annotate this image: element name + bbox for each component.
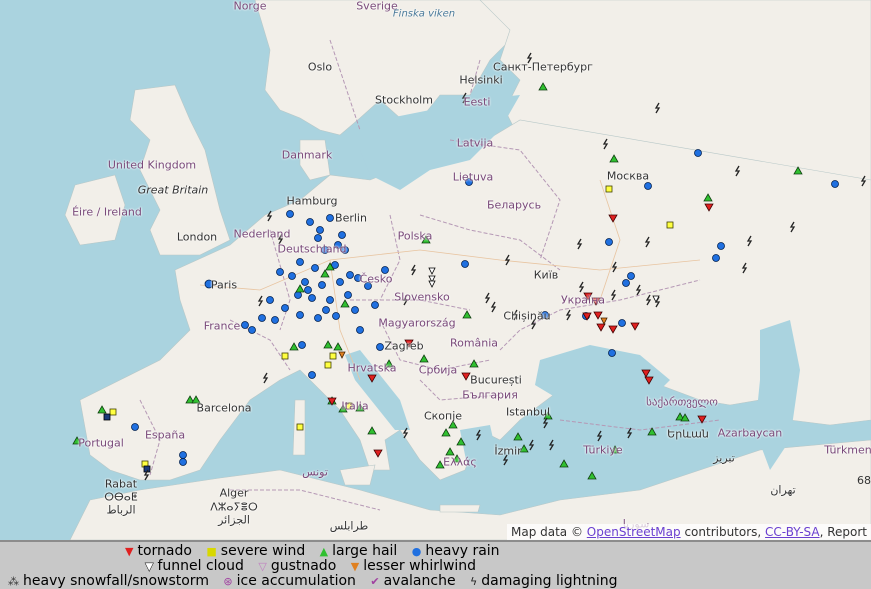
place-label-city: Istanbul bbox=[505, 405, 551, 419]
lightning-icon: ϟ bbox=[470, 575, 478, 588]
place-label-city: Скопје bbox=[423, 409, 463, 423]
place-label-city: Oslo bbox=[307, 60, 333, 74]
place-label-city: ⴷⵣⴰⵢⴻⵔ bbox=[210, 500, 258, 514]
funnel-cloud-icon: ▼ bbox=[145, 560, 154, 574]
place-label-city: Երևան bbox=[667, 427, 709, 441]
place-label-country: Polska bbox=[397, 229, 433, 243]
place-label-country: Hrvatska bbox=[347, 361, 397, 375]
map-view[interactable]: Sverige Norge Oslo Stockholm Helsinki Санкт-П… bbox=[0, 0, 871, 540]
place-label-country: Ελλάς bbox=[443, 455, 477, 469]
place-label-city: Rabat bbox=[104, 477, 138, 491]
place-label-city: Stockholm bbox=[375, 93, 433, 107]
place-label-country: تونس bbox=[302, 465, 328, 479]
place-label-city: Санкт-Петербург bbox=[493, 60, 593, 74]
place-label-country: Norge bbox=[233, 0, 267, 13]
map-legend: ▼ tornado ■ severe wind ▲ large hail ● heavy… bbox=[0, 540, 871, 589]
place-label-country: România bbox=[449, 336, 499, 350]
place-label-city: Alger bbox=[219, 486, 249, 500]
place-label-country: France bbox=[203, 319, 241, 333]
place-label-city: Berlin bbox=[335, 211, 367, 225]
legend-funnel-cloud: ▼ funnel cloud bbox=[145, 558, 244, 574]
place-label-city: Hamburg bbox=[286, 194, 338, 208]
place-label-island: Great Britain bbox=[137, 183, 209, 197]
place-label-city: Київ bbox=[533, 268, 559, 282]
place-label-country: Česko bbox=[359, 272, 393, 286]
lesser-whirlwind-icon: ▼ bbox=[350, 560, 360, 573]
legend-ice-accumulation: ⊛ ice accumulation bbox=[223, 573, 356, 589]
large-hail-icon: ▲ bbox=[319, 545, 329, 558]
place-label-country: Éire / Ireland bbox=[72, 205, 142, 219]
cc-by-sa-link[interactable]: CC-BY-SA bbox=[765, 525, 820, 539]
place-label-country: España bbox=[144, 428, 186, 442]
place-label-country: Latvija bbox=[456, 136, 494, 150]
legend-row-1: ▼ tornado ■ severe wind ▲ large hail ● heavy… bbox=[125, 544, 510, 559]
place-label-country: България bbox=[462, 388, 518, 402]
place-label-country: Türkmen bbox=[824, 443, 871, 457]
legend-tornado: ▼ tornado bbox=[125, 543, 192, 559]
place-label-country: Україна bbox=[560, 293, 606, 307]
legend-heavy-snowfall: ⁂ heavy snowfall/snowstorm bbox=[8, 573, 209, 589]
place-label-sea: Finska viken bbox=[392, 8, 456, 20]
place-label-city: ⵔⴱⴰⵟ bbox=[104, 490, 138, 504]
legend-gustnado: ▽ gustnado bbox=[258, 558, 337, 574]
place-label-country: საქართველო bbox=[646, 395, 718, 409]
place-label-country: Magyarország bbox=[378, 316, 456, 330]
scale-fragment: 68 bbox=[857, 474, 871, 487]
place-label-country: United Kingdom bbox=[107, 158, 197, 172]
attribution-middle: contributors, bbox=[680, 525, 766, 539]
place-label-country: Danmark bbox=[281, 148, 333, 162]
place-label-country: Slovensko bbox=[394, 290, 450, 304]
place-label-country: Србија bbox=[418, 363, 458, 377]
tornado-icon: ▼ bbox=[125, 545, 134, 558]
place-label-city: طرابلس bbox=[329, 519, 369, 533]
ice-icon: ⊛ bbox=[223, 575, 233, 588]
place-label-country: Italia bbox=[341, 399, 369, 413]
attribution-suffix: , Report bbox=[819, 525, 867, 539]
map-canvas[interactable] bbox=[0, 0, 871, 540]
place-label-city: Helsinki bbox=[459, 73, 503, 87]
place-label-country: Türkiye bbox=[583, 443, 623, 457]
place-label-city: London bbox=[176, 230, 218, 244]
place-label-country: Eesti bbox=[463, 95, 491, 109]
gustnado-icon: ▽ bbox=[258, 560, 267, 573]
place-label-country: Deutschland bbox=[277, 242, 347, 256]
severe-wind-icon: ■ bbox=[206, 545, 217, 558]
place-label-country: Azarbaycan bbox=[717, 426, 783, 440]
place-label-city: Москва bbox=[606, 169, 650, 183]
legend-lesser-whirlwind: ▼ lesser whirlwind bbox=[350, 558, 477, 574]
legend-row-3: ⁂ heavy snowfall/snowstorm ⊛ ice accumulat… bbox=[8, 574, 628, 589]
place-label-city: Zagreb bbox=[384, 339, 424, 353]
place-label-country: Sverige bbox=[356, 0, 398, 13]
place-label-country: Nederland bbox=[233, 227, 291, 241]
place-label-city: تهران bbox=[770, 483, 796, 497]
place-label-city: Paris bbox=[210, 278, 238, 292]
place-label-city: București bbox=[470, 373, 522, 387]
place-label-city: İzmir bbox=[494, 444, 522, 458]
heavy-rain-icon: ● bbox=[411, 545, 422, 558]
avalanche-icon: ✔ bbox=[370, 575, 380, 588]
place-label-country: Lietuva bbox=[452, 170, 494, 184]
place-label-city: Barcelona bbox=[196, 401, 252, 415]
legend-damaging-lightning: ϟ damaging lightning bbox=[470, 573, 618, 589]
place-label-country: Беларусь bbox=[486, 198, 542, 212]
place-label-city: الجزائر bbox=[218, 513, 250, 527]
openstreetmap-link[interactable]: OpenStreetMap bbox=[587, 525, 681, 539]
map-attribution: Map data © OpenStreetMap contributors, C… bbox=[506, 524, 871, 540]
legend-heavy-rain: ● heavy rain bbox=[411, 543, 500, 559]
attribution-prefix: Map data © bbox=[510, 525, 587, 539]
legend-large-hail: ▲ large hail bbox=[319, 543, 398, 559]
place-label-city: تبريز bbox=[713, 451, 735, 465]
place-label-city: Chișinău bbox=[503, 309, 551, 323]
legend-avalanche: ✔ avalanche bbox=[370, 573, 456, 589]
legend-row-2: ▼ funnel cloud ▽ gustnado ▼ lesser whirlwin… bbox=[145, 559, 486, 574]
snowflake-icon: ⁂ bbox=[8, 575, 19, 588]
legend-severe-wind: ■ severe wind bbox=[206, 543, 306, 559]
place-label-city: الرباط bbox=[106, 503, 136, 517]
place-label-country: Portugal bbox=[78, 436, 124, 450]
